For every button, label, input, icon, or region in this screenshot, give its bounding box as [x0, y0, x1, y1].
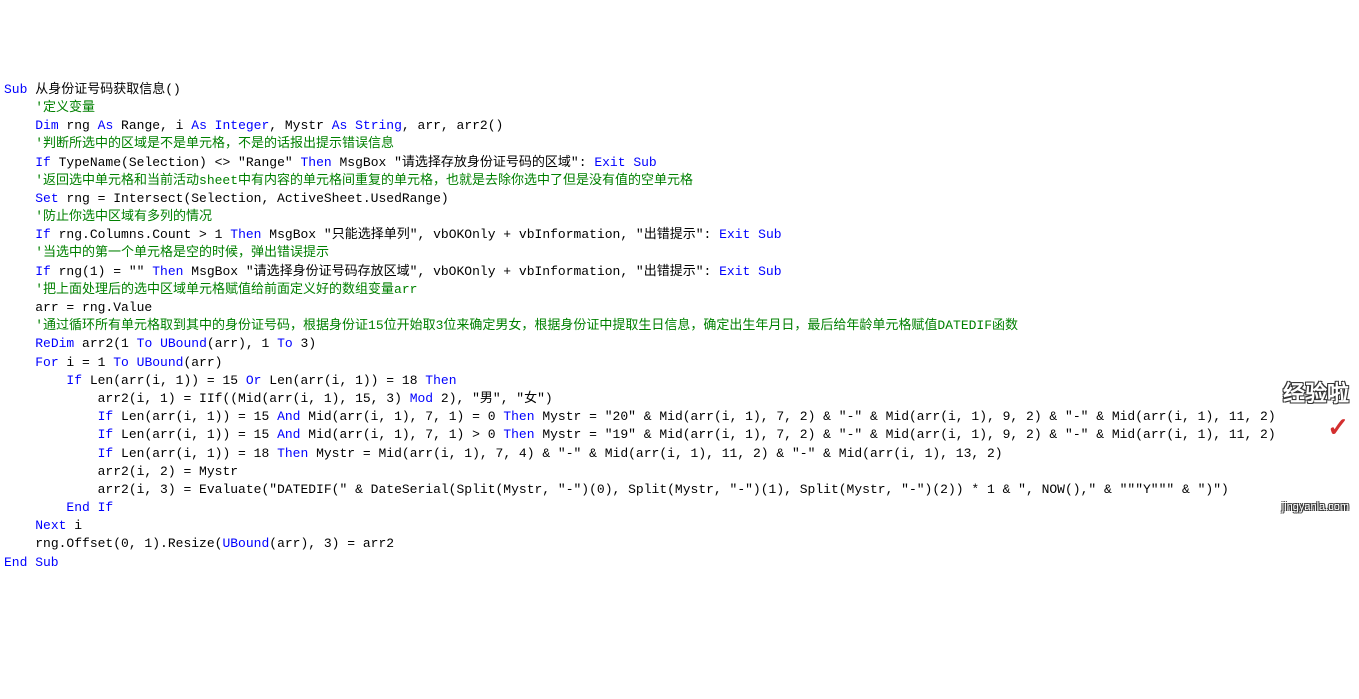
code-line: arr = rng.Value [4, 299, 1355, 317]
code-line: If Len(arr(i, 1)) = 15 And Mid(arr(i, 1)… [4, 426, 1355, 444]
code-line: If Len(arr(i, 1)) = 15 Or Len(arr(i, 1))… [4, 372, 1355, 390]
code-line: End Sub [4, 554, 1355, 572]
code-block: Sub 从身份证号码获取信息() '定义变量 Dim rng As Range,… [4, 81, 1355, 572]
code-line: If Len(arr(i, 1)) = 18 Then Mystr = Mid(… [4, 445, 1355, 463]
code-line: If rng.Columns.Count > 1 Then MsgBox "只能… [4, 226, 1355, 244]
watermark-text: 经验啦 [1283, 381, 1349, 406]
code-line: If rng(1) = "" Then MsgBox "请选择身份证号码存放区域… [4, 263, 1355, 281]
code-line: Next i [4, 517, 1355, 535]
code-line: Dim rng As Range, i As Integer, Mystr As… [4, 117, 1355, 135]
code-line: arr2(i, 2) = Mystr [4, 463, 1355, 481]
code-line: ReDim arr2(1 To UBound(arr), 1 To 3) [4, 335, 1355, 353]
code-line: If Len(arr(i, 1)) = 15 And Mid(arr(i, 1)… [4, 408, 1355, 426]
code-line: '返回选中单元格和当前活动sheet中有内容的单元格间重复的单元格，也就是去除你… [4, 172, 1355, 190]
watermark: 经验啦 ✓ jingyanla.com [1269, 324, 1349, 534]
code-line: rng.Offset(0, 1).Resize(UBound(arr), 3) … [4, 535, 1355, 553]
code-line: If TypeName(Selection) <> "Range" Then M… [4, 154, 1355, 172]
code-line: '防止你选中区域有多列的情况 [4, 208, 1355, 226]
code-line: End If [4, 499, 1355, 517]
code-line: arr2(i, 1) = IIf((Mid(arr(i, 1), 15, 3) … [4, 390, 1355, 408]
code-line: '定义变量 [4, 99, 1355, 117]
code-line: Sub 从身份证号码获取信息() [4, 81, 1355, 99]
code-line: '把上面处理后的选中区域单元格赋值给前面定义好的数组变量arr [4, 281, 1355, 299]
watermark-check-icon: ✓ [1327, 412, 1349, 442]
code-line: For i = 1 To UBound(arr) [4, 354, 1355, 372]
code-line: '判断所选中的区域是不是单元格，不是的话报出提示错误信息 [4, 135, 1355, 153]
code-line: '当选中的第一个单元格是空的时候，弹出错误提示 [4, 244, 1355, 262]
code-line: '通过循环所有单元格取到其中的身份证号码，根据身份证15位开始取3位来确定男女，… [4, 317, 1355, 335]
code-line: arr2(i, 3) = Evaluate("DATEDIF(" & DateS… [4, 481, 1355, 499]
watermark-url: jingyanla.com [1269, 500, 1349, 515]
code-line: Set rng = Intersect(Selection, ActiveShe… [4, 190, 1355, 208]
